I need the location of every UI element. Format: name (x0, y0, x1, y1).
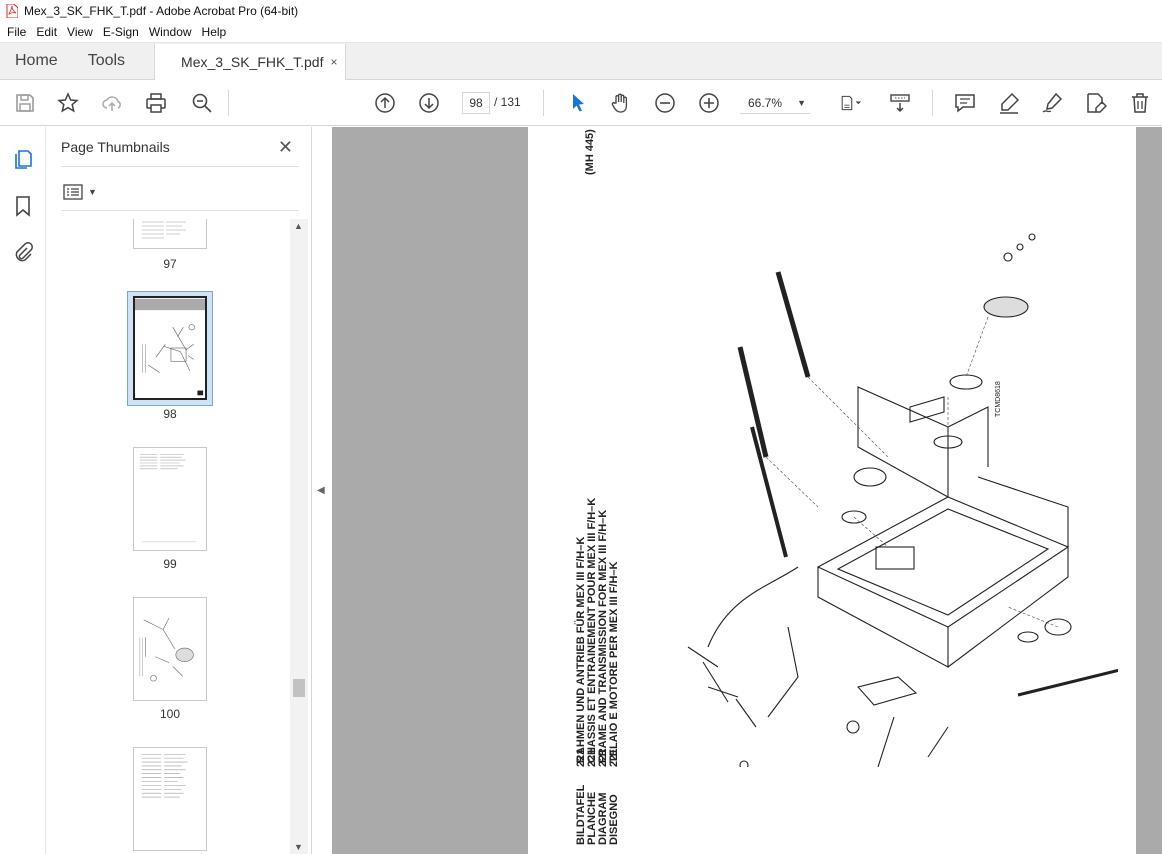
thumbnail-label: 100 (159, 707, 181, 721)
hand-icon[interactable] (609, 91, 633, 115)
page-thumbnails-icon[interactable] (11, 147, 35, 171)
title-bar: Mex_3_SK_FHK_T.pdf - Adobe Acrobat Pro (… (0, 0, 1162, 22)
thumbnail-page-99[interactable] (133, 447, 207, 551)
menu-bar: File Edit View E-Sign Window Help (0, 22, 1162, 43)
panel-header: Page Thumbnails ✕ (61, 137, 299, 167)
tab-document-label: Mex_3_SK_FHK_T.pdf (181, 54, 324, 70)
menu-window[interactable]: Window (144, 25, 197, 39)
page-number-input[interactable]: 98 (462, 92, 490, 114)
sign-icon[interactable] (1040, 91, 1064, 115)
chevron-down-icon: ▼ (797, 98, 806, 108)
plate-number: 221 (608, 748, 620, 767)
panel-collapse-handle[interactable]: ◀ (312, 127, 332, 854)
upload-icon[interactable] (100, 91, 124, 115)
panel-options-row: ▼ (61, 177, 299, 211)
zoom-level-select[interactable]: 66.7% ▼ (740, 92, 810, 114)
window-title: Mex_3_SK_FHK_T.pdf - Adobe Acrobat Pro (… (24, 4, 299, 18)
navigation-rail (0, 127, 46, 854)
thumbnail-options-button[interactable]: ▼ (63, 182, 97, 202)
menu-help[interactable]: Help (197, 25, 232, 39)
scroll-up-icon[interactable]: ▲ (294, 221, 303, 231)
thumbnails-panel: Page Thumbnails ✕ ▼ 97 98 99 100 ▲ ▼ (46, 127, 312, 854)
thumbnail-page-98[interactable] (133, 296, 207, 400)
scroll-down-icon[interactable]: ▼ (294, 842, 303, 852)
menu-esign[interactable]: E-Sign (98, 25, 144, 39)
comment-icon[interactable] (953, 91, 977, 115)
zoom-out-icon[interactable] (653, 91, 677, 115)
menu-view[interactable]: View (62, 25, 98, 39)
scrollbar-thumb[interactable] (293, 679, 305, 697)
page-header-code: (MH 445) (584, 129, 596, 175)
chevron-down-icon: ▼ (88, 187, 97, 197)
main-area: Page Thumbnails ✕ ▼ 97 98 99 100 ▲ ▼ ◀ (… (0, 127, 1162, 854)
list-options-icon (63, 184, 83, 200)
panel-title: Page Thumbnails (61, 139, 170, 155)
exploded-parts-diagram (687, 233, 1118, 767)
page-title-it: TELAIO E MOTORE PER MEX III F/H–K (608, 561, 620, 764)
tab-tools[interactable]: Tools (73, 43, 140, 79)
toolbar-separator (543, 90, 544, 116)
collapse-arrow-icon: ◀ (317, 485, 325, 496)
menu-edit[interactable]: Edit (31, 25, 62, 39)
print-icon[interactable] (144, 91, 168, 115)
thumbnail-page-97[interactable] (133, 219, 207, 249)
page-up-icon[interactable] (373, 91, 397, 115)
tab-document[interactable]: Mex_3_SK_FHK_T.pdf × (154, 44, 347, 80)
toolbar-separator (228, 90, 229, 116)
zoom-level-value: 66.7% (748, 96, 783, 110)
delete-icon[interactable] (1128, 91, 1152, 115)
thumbnail-label: 97 (163, 257, 177, 271)
highlight-icon[interactable] (997, 91, 1021, 115)
thumbnail-label: 98 (163, 407, 177, 421)
scroll-mode-icon[interactable] (888, 91, 912, 115)
save-icon[interactable] (13, 91, 37, 115)
plate-word: DISEGNO (608, 794, 620, 845)
page-total-label: / 131 (494, 95, 521, 109)
pdf-page: (MH 445) RAHMEN UND ANTRIEB FÜR MEX III … (528, 127, 1136, 854)
thumbnail-scrollbar[interactable]: ▲ ▼ (290, 219, 308, 854)
zoom-in-icon[interactable] (697, 91, 721, 115)
menu-file[interactable]: File (2, 25, 31, 39)
thumbnail-page-100[interactable] (133, 597, 207, 701)
edit-pdf-icon[interactable] (1084, 91, 1108, 115)
thumbnail-label: 99 (163, 557, 177, 571)
close-icon[interactable]: ✕ (278, 137, 293, 158)
page-down-icon[interactable] (417, 91, 441, 115)
tab-home[interactable]: Home (0, 43, 73, 79)
acrobat-pdf-icon (6, 4, 18, 18)
toolbar: 98 / 131 66.7% ▼ (0, 80, 1162, 126)
document-view[interactable]: (MH 445) RAHMEN UND ANTRIEB FÜR MEX III … (332, 127, 1162, 854)
thumbnail-page-101[interactable] (133, 747, 207, 851)
bookmark-icon[interactable] (11, 194, 35, 218)
attachment-icon[interactable] (11, 240, 35, 264)
page-fit-icon[interactable] (834, 91, 868, 115)
zoom-search-icon[interactable] (190, 91, 214, 115)
tab-bar: Home Tools Mex_3_SK_FHK_T.pdf × (0, 43, 1162, 80)
bookmark-star-icon[interactable] (56, 91, 80, 115)
thumbnail-list: 97 98 99 100 (46, 219, 290, 854)
toolbar-separator (932, 90, 933, 116)
tab-close-icon[interactable]: × (330, 55, 337, 69)
select-cursor-icon[interactable] (566, 91, 590, 115)
